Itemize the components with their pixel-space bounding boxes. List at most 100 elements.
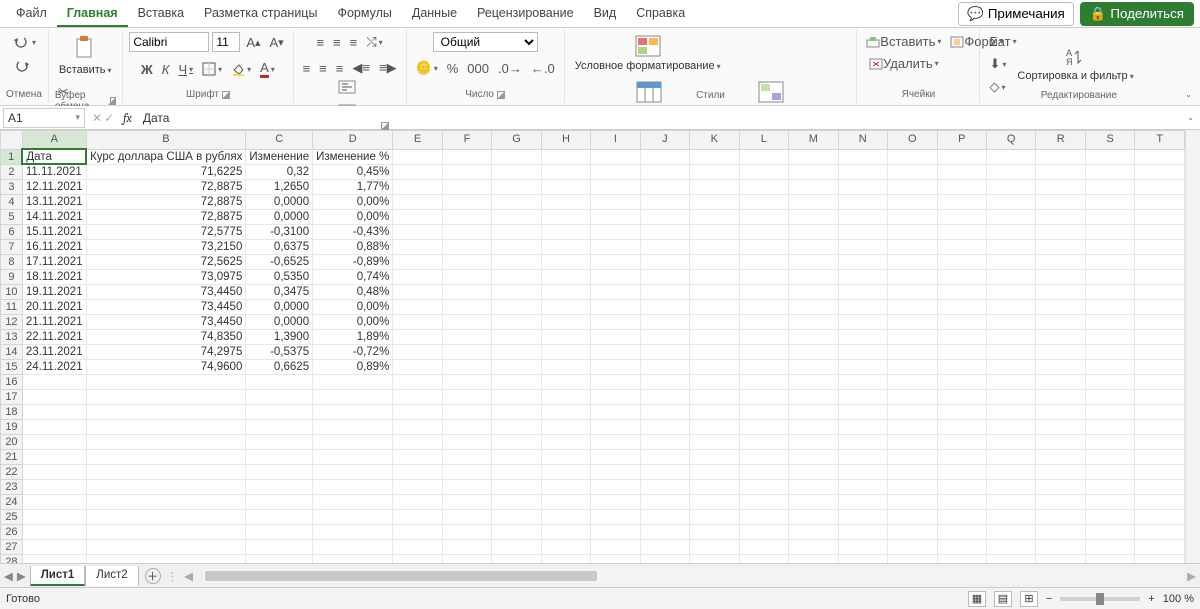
cell[interactable] bbox=[838, 374, 887, 389]
cell[interactable] bbox=[888, 344, 937, 359]
cell[interactable] bbox=[591, 434, 640, 449]
cell[interactable] bbox=[690, 539, 739, 554]
cell[interactable] bbox=[1135, 329, 1185, 344]
cell[interactable] bbox=[1036, 329, 1085, 344]
cell[interactable] bbox=[442, 344, 491, 359]
row-header[interactable]: 14 bbox=[1, 344, 23, 359]
cell[interactable] bbox=[838, 434, 887, 449]
cell[interactable] bbox=[937, 209, 986, 224]
cell[interactable] bbox=[393, 404, 442, 419]
cell[interactable] bbox=[789, 284, 839, 299]
cell[interactable] bbox=[1085, 389, 1134, 404]
cell[interactable] bbox=[246, 404, 313, 419]
cell[interactable] bbox=[393, 464, 442, 479]
column-header[interactable]: Q bbox=[986, 131, 1035, 150]
cell[interactable] bbox=[541, 434, 590, 449]
cell[interactable] bbox=[1036, 344, 1085, 359]
cell[interactable] bbox=[591, 479, 640, 494]
cell[interactable]: Дата bbox=[22, 149, 86, 164]
cell[interactable] bbox=[541, 299, 590, 314]
row-header[interactable]: 17 bbox=[1, 389, 23, 404]
cell[interactable] bbox=[789, 299, 839, 314]
cell[interactable] bbox=[393, 149, 442, 164]
row-header[interactable]: 22 bbox=[1, 464, 23, 479]
cell[interactable] bbox=[246, 449, 313, 464]
cell[interactable] bbox=[1085, 524, 1134, 539]
cell[interactable] bbox=[690, 404, 739, 419]
cell[interactable]: 0,00% bbox=[313, 194, 393, 209]
cell[interactable] bbox=[591, 209, 640, 224]
cell[interactable] bbox=[789, 179, 839, 194]
cell[interactable] bbox=[246, 494, 313, 509]
cell[interactable] bbox=[442, 164, 491, 179]
cell[interactable] bbox=[591, 299, 640, 314]
cell[interactable] bbox=[492, 269, 541, 284]
cell[interactable] bbox=[1085, 209, 1134, 224]
cell[interactable] bbox=[86, 554, 246, 563]
undo-button[interactable] bbox=[9, 32, 39, 52]
font-color-button[interactable]: А bbox=[257, 58, 278, 80]
cell[interactable] bbox=[442, 419, 491, 434]
cell[interactable]: 0,5350 bbox=[246, 269, 313, 284]
cell[interactable] bbox=[393, 344, 442, 359]
decrease-font-button[interactable]: A▾ bbox=[266, 33, 286, 52]
align-left-button[interactable]: ≡ bbox=[300, 59, 314, 78]
cell[interactable] bbox=[541, 224, 590, 239]
row-header[interactable]: 5 bbox=[1, 209, 23, 224]
cell[interactable] bbox=[246, 389, 313, 404]
cell[interactable] bbox=[1085, 479, 1134, 494]
cell[interactable] bbox=[1085, 254, 1134, 269]
cell[interactable] bbox=[838, 269, 887, 284]
cell[interactable]: -0,43% bbox=[313, 224, 393, 239]
cell[interactable]: 0,0000 bbox=[246, 299, 313, 314]
cell[interactable] bbox=[986, 524, 1035, 539]
increase-indent-button[interactable]: ≡▶ bbox=[376, 58, 400, 78]
cell[interactable] bbox=[690, 314, 739, 329]
cell[interactable] bbox=[246, 539, 313, 554]
cell[interactable]: 11.11.2021 bbox=[22, 164, 86, 179]
cell[interactable] bbox=[739, 404, 788, 419]
row-header[interactable]: 4 bbox=[1, 194, 23, 209]
decrease-decimal-button[interactable]: ←.0 bbox=[528, 59, 558, 78]
cell[interactable] bbox=[1036, 404, 1085, 419]
cell[interactable] bbox=[22, 509, 86, 524]
cell[interactable] bbox=[1085, 434, 1134, 449]
cell[interactable]: 16.11.2021 bbox=[22, 239, 86, 254]
cell[interactable] bbox=[22, 494, 86, 509]
cell[interactable] bbox=[1085, 179, 1134, 194]
cell[interactable] bbox=[986, 239, 1035, 254]
cell[interactable] bbox=[640, 389, 689, 404]
cell[interactable]: 72,8875 bbox=[86, 194, 246, 209]
column-header[interactable]: A bbox=[22, 131, 86, 150]
cell[interactable] bbox=[492, 554, 541, 563]
cell[interactable] bbox=[640, 224, 689, 239]
cell[interactable]: 22.11.2021 bbox=[22, 329, 86, 344]
column-header[interactable]: P bbox=[937, 131, 986, 150]
cell[interactable] bbox=[492, 299, 541, 314]
cell[interactable] bbox=[739, 149, 788, 164]
cell[interactable] bbox=[838, 389, 887, 404]
cell[interactable] bbox=[690, 344, 739, 359]
cell[interactable] bbox=[789, 404, 839, 419]
cell[interactable] bbox=[937, 419, 986, 434]
cell[interactable] bbox=[541, 269, 590, 284]
cell[interactable] bbox=[442, 254, 491, 269]
cell[interactable] bbox=[640, 464, 689, 479]
cell[interactable] bbox=[640, 374, 689, 389]
cell[interactable] bbox=[888, 179, 937, 194]
cell[interactable] bbox=[937, 224, 986, 239]
cell[interactable] bbox=[986, 224, 1035, 239]
page-layout-view-button[interactable]: ▤ bbox=[994, 591, 1012, 607]
cell[interactable] bbox=[986, 299, 1035, 314]
cell[interactable] bbox=[986, 164, 1035, 179]
cell[interactable] bbox=[313, 374, 393, 389]
row-header[interactable]: 25 bbox=[1, 509, 23, 524]
sheet-nav-prev[interactable]: ◀ bbox=[4, 569, 13, 583]
cell[interactable] bbox=[690, 164, 739, 179]
fill-color-button[interactable] bbox=[228, 60, 254, 78]
cell[interactable] bbox=[640, 179, 689, 194]
cell[interactable] bbox=[1135, 509, 1185, 524]
cell[interactable] bbox=[937, 359, 986, 374]
cell[interactable] bbox=[838, 494, 887, 509]
cell[interactable] bbox=[1036, 539, 1085, 554]
